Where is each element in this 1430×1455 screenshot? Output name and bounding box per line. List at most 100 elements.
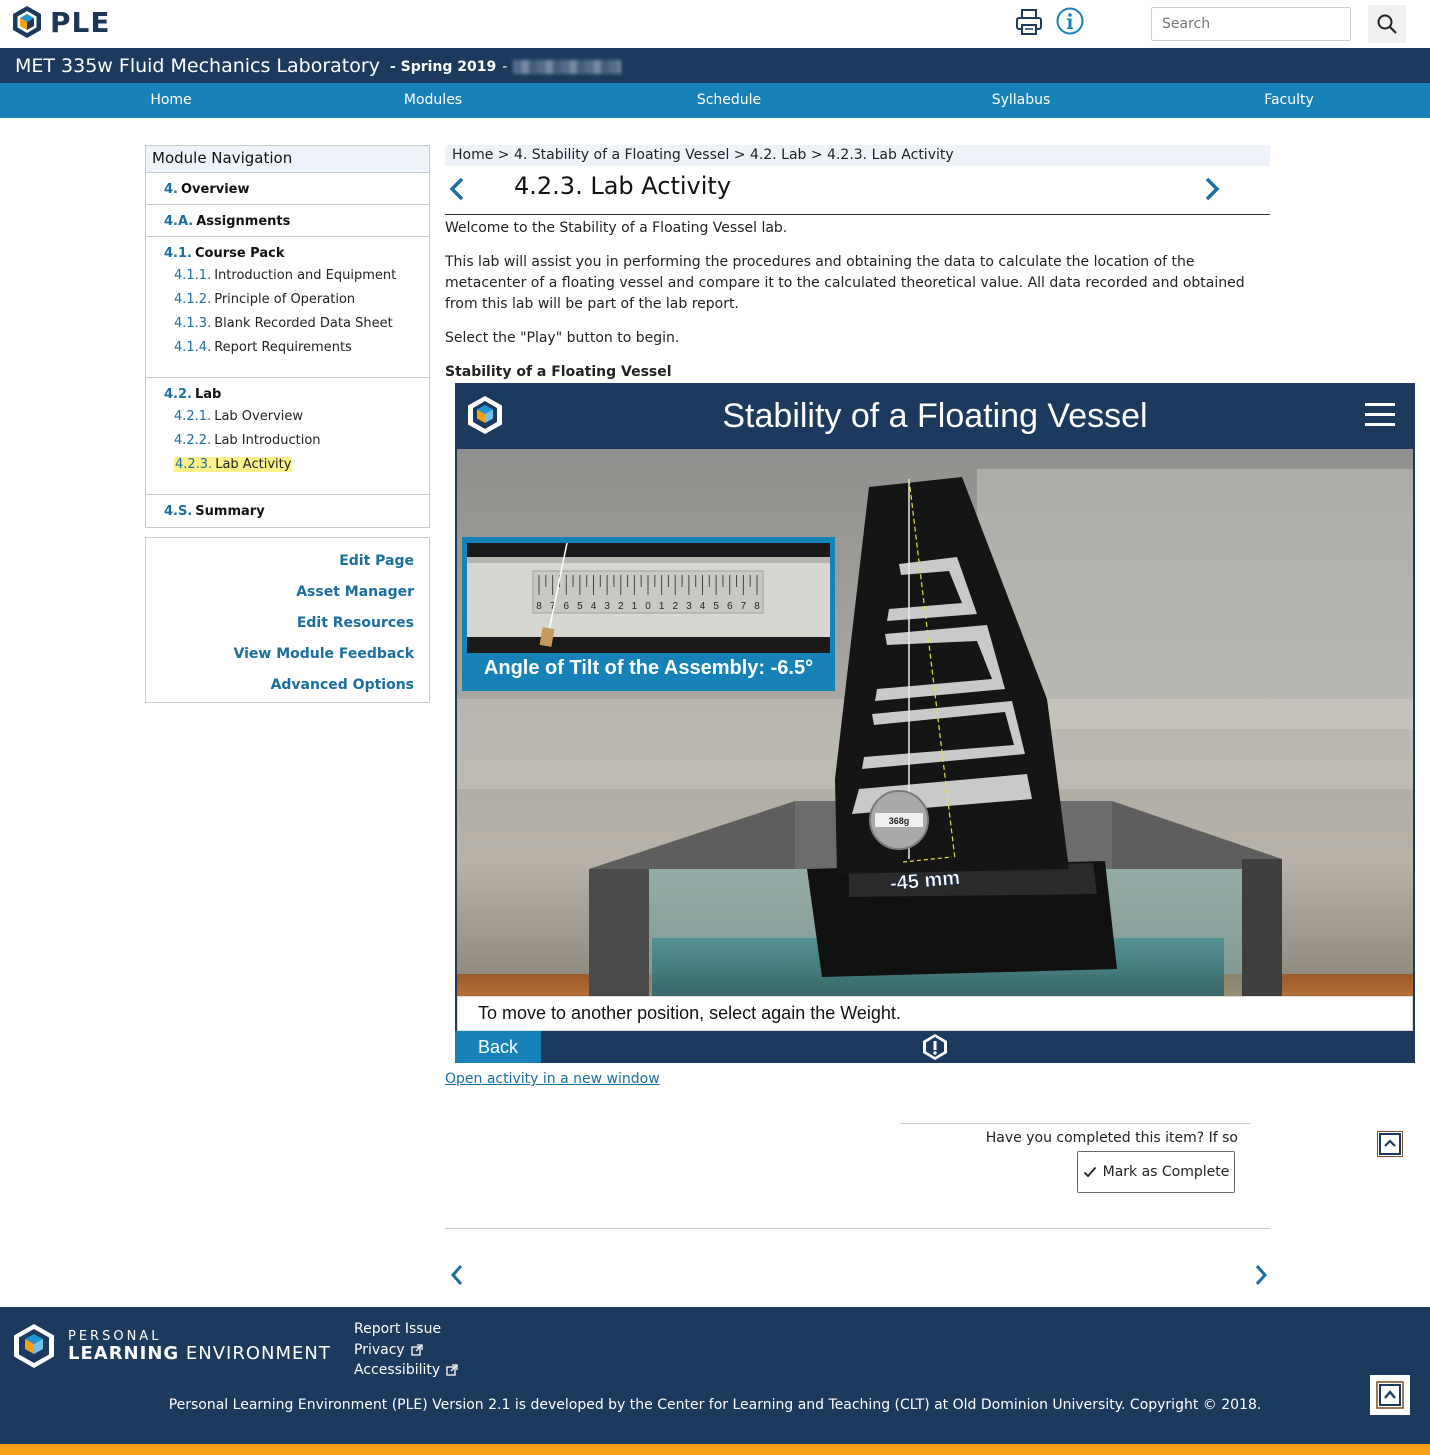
course-term: - Spring 2019: [389, 59, 497, 75]
modnav-link-assignments[interactable]: 4.A. Assignments: [164, 214, 290, 229]
active-highlight: 4.2.3. Lab Activity: [174, 457, 293, 472]
edit-resources-link[interactable]: Edit Resources: [146, 608, 429, 639]
modnav-section-assignments: 4.A. Assignments: [146, 205, 429, 237]
footer-accent-strip: [0, 1444, 1430, 1455]
modnav-item-lab-overview[interactable]: 4.2.1. Lab Overview: [164, 405, 429, 429]
nav-syllabus[interactable]: Syllabus: [992, 83, 1051, 118]
section-label: Overview: [180, 182, 250, 197]
nav-modules[interactable]: Modules: [404, 83, 462, 118]
activity-menu-icon[interactable]: [1365, 403, 1395, 429]
page-tools: Edit Page Asset Manager Edit Resources V…: [145, 537, 430, 703]
item-number: 4.2.2.: [174, 433, 212, 448]
item-number: 4.1.4.: [174, 340, 212, 355]
privacy-link[interactable]: Privacy: [354, 1340, 458, 1361]
footer-back-to-top-button[interactable]: [1370, 1375, 1410, 1415]
nav-home[interactable]: Home: [150, 83, 191, 118]
top-bar: PLE: [0, 0, 1430, 48]
view-module-feedback-link[interactable]: View Module Feedback: [146, 639, 429, 670]
tilt-angle-label: Angle of Tilt of the Assembly: -6.5°: [483, 657, 814, 679]
external-link-icon: [411, 1344, 423, 1356]
tank-right-wall: [1242, 859, 1282, 997]
mark-as-complete-label: Mark as Complete: [1102, 1164, 1230, 1180]
open-activity-new-window-link[interactable]: Open activity in a new window: [445, 1069, 660, 1089]
scale-tick-label: 4: [700, 601, 706, 612]
title-divider: [445, 214, 1270, 215]
completion-question: Have you completed this item? If so: [985, 1130, 1238, 1146]
item-label: Principle of Operation: [214, 292, 356, 307]
scale-tick-label: 5: [577, 601, 583, 612]
intro-text: This lab will assist you in performing t…: [445, 254, 1245, 312]
item-label: Lab Introduction: [214, 433, 321, 448]
activity-header: Stability of a Floating Vessel: [455, 383, 1415, 449]
nav-faculty[interactable]: Faculty: [1264, 83, 1314, 118]
previous-page-bottom-icon[interactable]: [449, 1263, 465, 1287]
modnav-item-principle-of-operation[interactable]: 4.1.2. Principle of Operation: [164, 288, 429, 312]
advanced-options-link[interactable]: Advanced Options: [146, 670, 429, 701]
modnav-link-lab[interactable]: 4.2. Lab: [164, 387, 221, 402]
redacted-instructor: [513, 60, 622, 74]
scale-tick-label: 2: [672, 601, 678, 612]
chevron-up-icon: [1376, 1381, 1404, 1409]
edit-page-link[interactable]: Edit Page: [146, 546, 429, 577]
activity-info-icon[interactable]: [921, 1033, 949, 1061]
nav-schedule[interactable]: Schedule: [697, 83, 761, 118]
modnav-section-overview: 4. Overview: [146, 173, 429, 205]
scale-tick-label: 5: [713, 601, 719, 612]
content-bottom-divider: [445, 1228, 1270, 1229]
site-footer: PERSONAL LEARNING ENVIRONMENT Report Iss…: [0, 1307, 1430, 1444]
activity-caption: To move to another position, select agai…: [457, 996, 1413, 1031]
modnav-item-blank-recorded-data-sheet[interactable]: 4.1.3. Blank Recorded Data Sheet: [164, 312, 429, 336]
modnav-item-report-requirements[interactable]: 4.1.4. Report Requirements: [164, 336, 429, 360]
info-icon[interactable]: [1056, 7, 1084, 35]
scale-closeup: 87654321012345678: [467, 543, 830, 653]
footer-brand-learning: LEARNING: [68, 1343, 180, 1364]
asset-manager-link[interactable]: Asset Manager: [146, 577, 429, 608]
weight-label: 368g: [889, 816, 910, 826]
previous-page-icon[interactable]: [447, 176, 467, 202]
search-button[interactable]: [1368, 5, 1406, 43]
logo-text: PLE: [50, 5, 111, 39]
mark-as-complete-button[interactable]: Mark as Complete: [1077, 1151, 1235, 1193]
lab-activity-embed[interactable]: Stability of a Floating Vessel 368g -45 …: [455, 383, 1415, 1063]
breadcrumb[interactable]: Home > 4. Stability of a Floating Vessel…: [445, 145, 1270, 166]
next-page-icon[interactable]: [1202, 176, 1222, 202]
item-number: 4.1.3.: [174, 316, 212, 331]
scale-tick-label: 7: [741, 601, 747, 612]
search-input[interactable]: [1151, 7, 1351, 41]
scale-tick-label: 6: [727, 601, 733, 612]
item-number: 4.2.3.: [175, 457, 213, 472]
modnav-link-overview[interactable]: 4. Overview: [164, 182, 250, 197]
scale-tick-label: 1: [659, 601, 665, 612]
external-link-icon: [446, 1364, 458, 1376]
activity-footer: Back: [455, 1031, 1415, 1063]
modnav-item-introduction-and-equipment[interactable]: 4.1.1. Introduction and Equipment: [164, 264, 429, 288]
privacy-label: Privacy: [354, 1341, 405, 1358]
ple-hexagon-icon: [13, 6, 41, 38]
accessibility-link[interactable]: Accessibility: [354, 1360, 458, 1381]
scale-tick-label: 8: [754, 601, 760, 612]
item-label: Report Requirements: [214, 340, 352, 355]
welcome-text: Welcome to the Stability of a Floating V…: [445, 220, 788, 236]
modnav-link-course-pack[interactable]: 4.1. Course Pack: [164, 246, 285, 261]
modnav-item-lab-introduction[interactable]: 4.2.2. Lab Introduction: [164, 429, 429, 453]
item-label: Introduction and Equipment: [214, 268, 397, 283]
modnav-item-lab-activity[interactable]: 4.2.3. Lab Activity: [164, 453, 429, 477]
item-number: 4.1.1.: [174, 268, 212, 283]
report-issue-link[interactable]: Report Issue: [354, 1319, 458, 1340]
section-label: Course Pack: [194, 246, 285, 261]
ple-logo-link[interactable]: PLE: [12, 5, 111, 39]
section-number: 4.: [164, 182, 178, 197]
section-number: 4.2.: [164, 387, 192, 402]
print-icon[interactable]: [1014, 7, 1044, 37]
modnav-section-summary: 4.S. Summary: [146, 495, 429, 527]
modnav-link-summary[interactable]: 4.S. Summary: [164, 504, 265, 519]
search-icon: [1377, 14, 1397, 34]
scale-tick-label: 2: [618, 601, 624, 612]
section-number: 4.S.: [164, 504, 193, 519]
activity-back-button[interactable]: Back: [455, 1031, 541, 1063]
item-number: 4.1.2.: [174, 292, 212, 307]
back-to-top-icon[interactable]: [1377, 1131, 1403, 1157]
footer-links: Report Issue Privacy Accessibility: [354, 1319, 458, 1381]
activity-heading: Stability of a Floating Vessel: [445, 364, 672, 380]
next-page-bottom-icon[interactable]: [1253, 1263, 1269, 1287]
